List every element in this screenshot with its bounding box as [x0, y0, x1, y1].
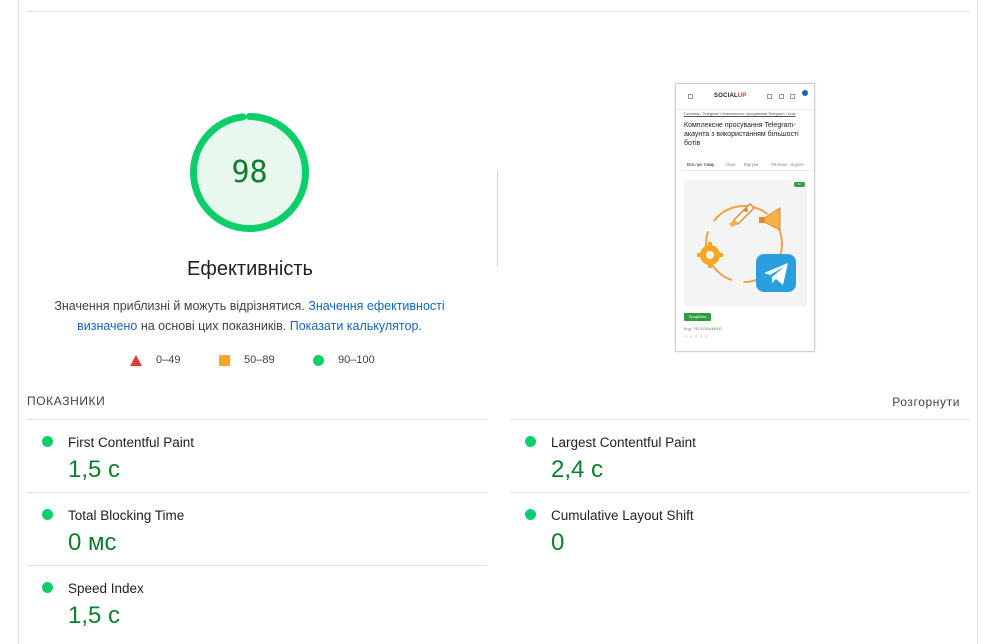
description-text-1: Значення приблизні й можуть відрізнятися… — [54, 299, 309, 313]
description-text-3: . — [418, 319, 422, 333]
metric-value: 2,4 с — [551, 456, 604, 483]
screenshot-product-title: Комплексне просування Telegram-акаунта з… — [684, 122, 799, 147]
hit-tag: Хіт — [794, 182, 805, 187]
performance-gauge[interactable]: 98 — [189, 112, 310, 233]
metric-title: Total Blocking Time — [68, 508, 185, 523]
performance-score: 98 — [231, 155, 268, 190]
logo-accent-text: UP — [737, 93, 747, 99]
screenshot-buy-button: Придбати — [684, 313, 711, 321]
final-screenshot[interactable]: SOCIALUP Головна / Telegram / Комплексне… — [675, 83, 815, 352]
menu-icon — [688, 94, 693, 99]
legend-item-fail: 0–49 — [130, 354, 180, 366]
legend-label-average: 50–89 — [244, 354, 275, 366]
metric-value: 0 — [551, 529, 565, 556]
gauge-title: Ефективність — [187, 258, 313, 280]
telegram-icon — [756, 254, 796, 292]
top-divider — [27, 11, 970, 12]
metrics-divider-left — [27, 419, 487, 420]
legend-item-pass: 90–100 — [313, 354, 375, 366]
screenshot-header: SOCIALUP — [676, 84, 814, 110]
expand-view-toggle[interactable]: Розгорнути — [892, 395, 960, 409]
rating-stars-icon: ★★★★★ — [684, 334, 709, 340]
pass-circle-icon — [525, 436, 536, 447]
metric-title: Cumulative Layout Shift — [551, 508, 694, 523]
user-icon — [779, 94, 784, 99]
legend-item-average: 50–89 — [219, 354, 275, 366]
calculator-link[interactable]: Показати калькулятор — [290, 319, 419, 333]
metric-title: Speed Index — [68, 581, 144, 596]
legend-label-fail: 0–49 — [156, 354, 181, 366]
orange-square-icon — [219, 354, 230, 366]
metric-value: 1,5 с — [68, 456, 121, 483]
metrics-divider-left — [27, 565, 487, 566]
metric-value: 1,5 с — [68, 602, 121, 629]
green-circle-icon — [313, 354, 324, 366]
description-text-2: на основі цих показників. — [137, 319, 290, 333]
heart-icon — [790, 94, 795, 99]
product-image — [684, 180, 807, 306]
product-illustration — [697, 202, 796, 292]
screenshot-tab-all: Все про товар — [687, 162, 715, 167]
site-logo: SOCIALUP — [714, 93, 747, 99]
metrics-header: ПОКАЗНИКИ — [27, 394, 106, 408]
pass-circle-icon — [42, 509, 53, 520]
screenshot-product-code: Код: TELEGRAM000 — [684, 326, 722, 331]
pass-circle-icon — [525, 509, 536, 520]
screenshot-tabs: Все про товар Опис Відгуки Питання - від… — [682, 159, 810, 171]
metrics-divider-left — [27, 492, 487, 493]
search-icon — [767, 94, 772, 99]
cart-badge-icon — [802, 90, 808, 96]
metrics-divider-right — [510, 419, 970, 420]
pass-circle-icon — [42, 582, 53, 593]
score-description: Значення приблизні й можуть відрізнятися… — [52, 296, 447, 336]
metric-title: Largest Contentful Paint — [551, 435, 696, 450]
vertical-divider — [497, 170, 498, 267]
screenshot-breadcrumb: Головна / Telegram / Комплексне просуван… — [684, 111, 796, 116]
metric-title: First Contentful Paint — [68, 435, 195, 450]
metric-value: 0 мс — [68, 529, 117, 556]
screenshot-tab-questions: Питання - відпов — [771, 162, 804, 167]
logo-main-text: SOCIAL — [714, 93, 738, 99]
metrics-divider-right — [510, 492, 970, 493]
red-triangle-icon — [130, 354, 142, 366]
screenshot-tab-reviews: Відгуки — [744, 162, 758, 167]
gear-icon — [697, 242, 723, 268]
legend-label-pass: 90–100 — [338, 354, 375, 366]
pass-circle-icon — [42, 436, 53, 447]
screenshot-tab-description: Опис — [726, 162, 736, 167]
